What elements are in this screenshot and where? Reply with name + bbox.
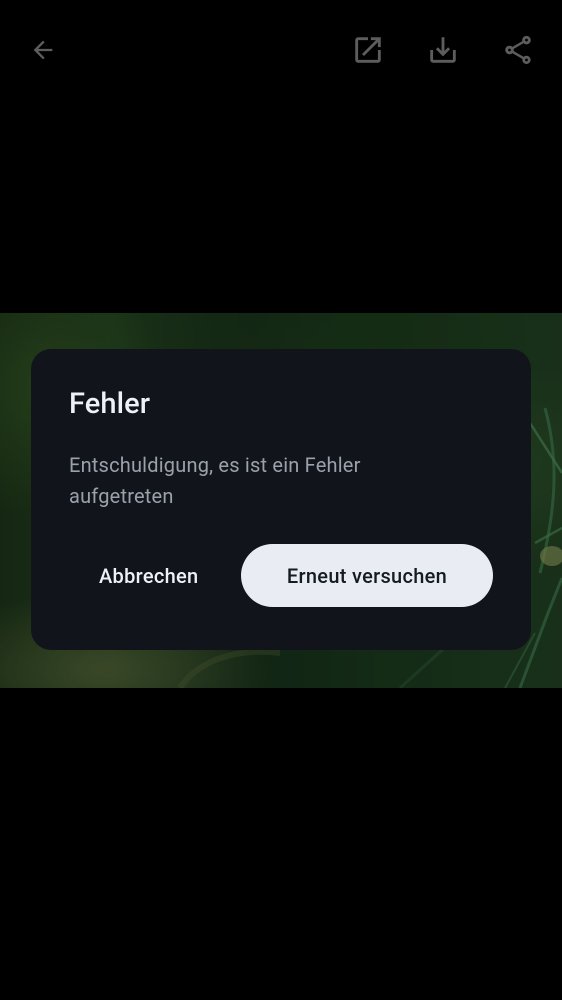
- open-in-browser-button[interactable]: [344, 26, 392, 74]
- retry-button[interactable]: Erneut versuchen: [241, 544, 493, 607]
- back-button[interactable]: [19, 26, 67, 74]
- download-button[interactable]: [419, 26, 467, 74]
- dialog-message: Entschuldigung, es ist ein Fehler aufget…: [69, 453, 361, 508]
- dialog-title: Fehler: [69, 387, 151, 421]
- share-button[interactable]: [494, 26, 542, 74]
- share-icon: [505, 35, 531, 65]
- image-viewer-screen: Fehler Entschuldigung, es ist ein Fehler…: [0, 0, 562, 1000]
- download-icon: [430, 37, 456, 63]
- top-app-bar: [0, 0, 562, 100]
- arrow-left-icon: [33, 40, 53, 60]
- error-dialog: Fehler Entschuldigung, es ist ein Fehler…: [31, 349, 531, 650]
- cancel-button[interactable]: Abbrechen: [79, 545, 218, 607]
- open-in-new-icon: [355, 37, 381, 63]
